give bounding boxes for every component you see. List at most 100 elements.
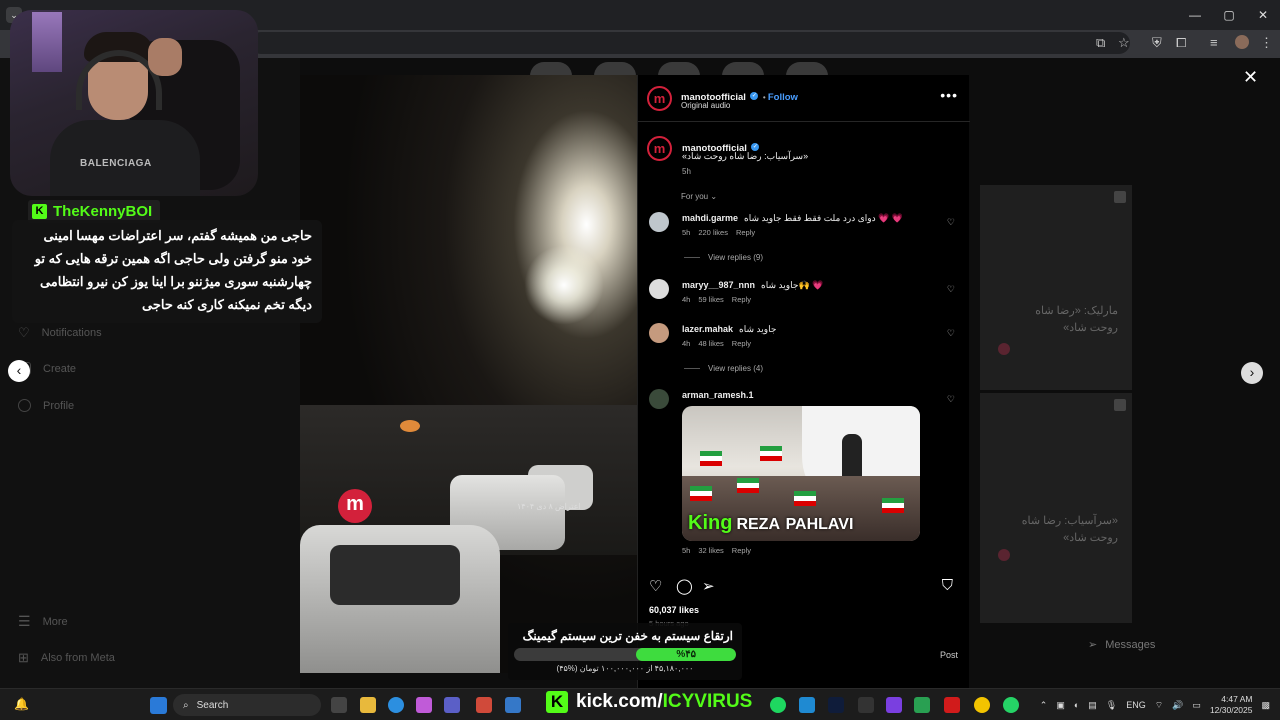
meta-icon: ⊞ — [18, 650, 29, 665]
extensions-icon[interactable]: ⧠ — [1176, 35, 1186, 51]
side-post[interactable]: مارلیک: «رضا شاه روحت شاد» — [980, 185, 1132, 390]
address-bar[interactable] — [250, 32, 1130, 54]
comment-likes[interactable]: 48 likes — [698, 339, 723, 348]
comment-username[interactable]: arman_ramesh.1 — [682, 390, 754, 400]
like-comment-icon[interactable]: ♡ — [947, 394, 955, 405]
like-comment-icon[interactable]: ♡ — [947, 328, 955, 339]
notification-bell-icon[interactable]: 🔔 — [14, 697, 30, 713]
sidebar-item-more[interactable]: ☰ More — [18, 613, 68, 630]
comment-text: دوای درد ملت فقط فقط جاوید شاه 💗 💗 — [744, 213, 904, 223]
store-icon[interactable] — [505, 697, 521, 713]
vscode-icon[interactable] — [799, 697, 815, 713]
chevron-up-icon[interactable]: ⌃ — [1040, 700, 1048, 711]
reel-icon — [1114, 399, 1126, 411]
story-circle — [530, 62, 572, 76]
messages-button[interactable]: ➢ Messages — [1088, 638, 1155, 652]
view-replies-button[interactable]: View replies (9) — [684, 253, 763, 262]
comment-likes[interactable]: 59 likes — [698, 295, 723, 304]
close-icon[interactable]: ✕ — [1243, 67, 1258, 88]
share-icon[interactable]: ➢ — [702, 577, 715, 595]
spotify-icon[interactable] — [770, 697, 786, 713]
sort-comments-dropdown[interactable]: For you ⌄ — [681, 192, 717, 201]
view-replies-button[interactable]: View replies (4) — [684, 364, 763, 373]
sidebar-item-notifications[interactable]: ♡ Notifications — [18, 325, 102, 341]
commenter-avatar[interactable] — [649, 279, 669, 299]
whatsapp-icon[interactable] — [1003, 697, 1019, 713]
like-comment-icon[interactable]: ♡ — [947, 284, 955, 295]
sub-goal-percent: %۴۵ — [676, 649, 696, 660]
teams-icon[interactable] — [444, 697, 460, 713]
app-icon[interactable] — [858, 697, 874, 713]
sidebar-item-profile[interactable]: Profile — [18, 399, 74, 412]
comment-likes[interactable]: 32 likes — [698, 546, 723, 555]
close-window-button[interactable]: ✕ — [1246, 0, 1280, 30]
more-options-button[interactable]: ••• — [940, 87, 958, 103]
previous-post-button[interactable]: ‹ — [8, 360, 30, 382]
comment-likes[interactable]: 220 likes — [698, 228, 728, 237]
chat-message: حاجی من همیشه گفتم، سر اعتراضات مهسا امی… — [12, 220, 322, 323]
office-icon[interactable] — [476, 697, 492, 713]
like-icon[interactable]: ♡ — [649, 577, 662, 595]
task-view-icon[interactable] — [331, 697, 347, 713]
reply-button[interactable]: Reply — [736, 228, 755, 237]
tray-app-icon[interactable]: ▣ — [1056, 700, 1065, 711]
like-count[interactable]: 60,037 likes — [649, 605, 699, 615]
next-post-button[interactable]: › — [1241, 362, 1263, 384]
browser-menu-icon[interactable]: ⋮ — [1260, 35, 1273, 51]
save-icon[interactable]: ⛉ — [942, 577, 953, 594]
edge-icon[interactable] — [388, 697, 404, 713]
tray-app-icon[interactable]: ◐ — [1074, 700, 1079, 710]
maximize-button[interactable]: ▢ — [1212, 0, 1246, 30]
volume-icon[interactable]: 🔊 — [1172, 700, 1183, 711]
comment-username[interactable]: lazer.mahak — [682, 324, 733, 334]
like-comment-icon[interactable]: ♡ — [947, 217, 955, 228]
commenter-avatar[interactable] — [649, 212, 669, 232]
notification-icon[interactable]: ▩ — [1261, 700, 1270, 711]
windows-start-icon[interactable] — [150, 697, 167, 714]
reply-button[interactable]: Reply — [732, 295, 751, 304]
clock[interactable]: 4:47 AM 12/30/2025 — [1210, 694, 1253, 716]
wifi-icon[interactable]: ⌔ — [1155, 700, 1163, 711]
install-app-icon[interactable]: ⧉ — [1096, 35, 1105, 51]
side-post[interactable]: «سرآسیاب: رضا شاه روحت شاد» — [980, 393, 1132, 623]
microphone-icon[interactable]: 🎙 — [1106, 700, 1117, 711]
profile-avatar[interactable] — [1235, 35, 1249, 49]
reel-video[interactable] — [300, 75, 637, 673]
minimize-button[interactable]: — — [1178, 0, 1212, 30]
app-icon[interactable] — [944, 697, 960, 713]
comment-icon[interactable]: ◯ — [676, 577, 693, 595]
reply-button[interactable]: Reply — [732, 339, 751, 348]
language-indicator[interactable]: ENG — [1126, 700, 1146, 710]
battery-icon[interactable]: ▭ — [1192, 700, 1201, 711]
app-icon[interactable] — [886, 697, 902, 713]
reply-button[interactable]: Reply — [732, 546, 751, 555]
shield-icon[interactable]: ⛨ — [1152, 35, 1162, 51]
commenter-avatar[interactable] — [649, 323, 669, 343]
kick-logo-icon: K — [32, 204, 47, 219]
photoshop-icon[interactable] — [828, 697, 844, 713]
sidebar-item-also-from-meta[interactable]: ⊞ Also from Meta — [18, 650, 115, 666]
comment-image[interactable]: King REZA PAHLAVI — [682, 406, 920, 541]
commenter-avatar[interactable] — [649, 389, 669, 409]
chrome-icon[interactable] — [974, 697, 990, 713]
post-comment-button[interactable]: Post — [940, 650, 958, 660]
manoto-logo-icon — [998, 549, 1010, 561]
streamer-hand — [148, 38, 182, 76]
author-avatar[interactable]: m — [647, 86, 672, 111]
audio-label[interactable]: Original audio — [681, 101, 730, 110]
comment-username[interactable]: maryy__987_nnn — [682, 280, 755, 290]
windows-taskbar: 🔔 ⌕ Search K kick.com/ICYVIRUS ⌃ ▣ ◐ ▤ 🎙… — [0, 688, 1280, 720]
copilot-icon[interactable] — [416, 697, 432, 713]
media-control-icon[interactable]: ≡ — [1210, 35, 1218, 50]
tray-app-icon[interactable]: ▤ — [1088, 700, 1097, 711]
manoto-logo-icon: m — [338, 489, 372, 523]
follow-button[interactable]: Follow — [768, 92, 798, 103]
bookmark-star-icon[interactable]: ☆ — [1118, 35, 1130, 51]
comment-text: جاوید شاه🙌 💗 — [761, 280, 824, 290]
comment-username[interactable]: mahdi.garme — [682, 213, 738, 223]
file-explorer-icon[interactable] — [360, 697, 376, 713]
caption-avatar[interactable]: m — [647, 136, 672, 161]
post-actions: ♡ ◯ ➢ ⛉ — [649, 577, 959, 595]
app-icon[interactable] — [914, 697, 930, 713]
taskbar-search[interactable]: ⌕ Search — [173, 694, 321, 716]
